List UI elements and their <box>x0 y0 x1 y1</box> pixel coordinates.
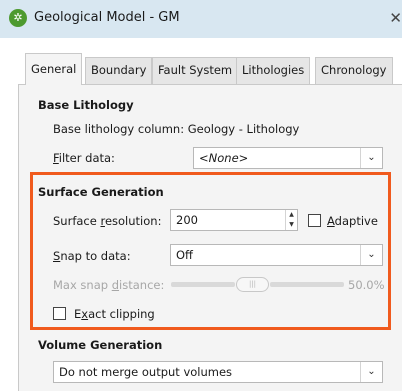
chevron-down-icon[interactable]: ⌄ <box>360 362 382 382</box>
surface-resolution-label-rest: esolution: <box>104 214 162 228</box>
adaptive-checkbox[interactable] <box>308 214 321 227</box>
spin-up-icon[interactable]: ▲ <box>286 210 297 220</box>
tab-chronology[interactable]: Chronology <box>315 57 393 84</box>
adaptive-label-rest: daptive <box>334 214 378 228</box>
tab-boundary[interactable]: Boundary <box>85 57 153 84</box>
filter-data-label-rest: ilter data: <box>58 151 115 165</box>
filter-data-value: <None> <box>199 151 249 165</box>
max-snap-mnemonic: d <box>111 278 120 292</box>
tab-lithologies[interactable]: Lithologies <box>236 57 311 84</box>
max-snap-label-prefix: Max snap <box>53 278 112 292</box>
surface-resolution-label: Surface resolution: <box>53 214 161 228</box>
volume-generation-value: Do not merge output volumes <box>59 365 233 379</box>
base-lithology-heading: Base Lithology <box>38 98 134 112</box>
surface-generation-heading: Surface Generation <box>38 185 164 199</box>
exact-clipping-label: Exact clipping <box>74 307 155 321</box>
surface-resolution-spinbox[interactable]: 200 ▲ ▼ <box>170 209 298 231</box>
title-bar: ✲ Geological Model - GM ✕ <box>0 0 402 38</box>
app-logo-icon: ✲ <box>9 9 27 27</box>
tab-general[interactable]: General <box>25 53 83 85</box>
volume-generation-heading: Volume Generation <box>38 338 163 352</box>
adaptive-mnemonic: A <box>327 214 335 228</box>
max-snap-label-rest: istance: <box>119 278 165 292</box>
snap-to-data-label: Snap to data: <box>53 249 131 263</box>
chevron-down-icon[interactable]: ⌄ <box>360 148 382 168</box>
base-lithology-column-text: Base lithology column: Geology - Litholo… <box>53 122 300 136</box>
window-title: Geological Model - GM <box>34 10 180 25</box>
surface-resolution-label-prefix: Surface <box>53 214 101 228</box>
filter-data-select[interactable]: <None> ⌄ <box>193 147 383 169</box>
max-snap-distance-value: 50.0% <box>348 278 385 292</box>
volume-generation-select[interactable]: Do not merge output volumes ⌄ <box>53 361 383 383</box>
spin-down-icon[interactable]: ▼ <box>286 220 297 230</box>
exact-clipping-label-rest: act clipping <box>88 307 155 321</box>
spinbox-arrows[interactable]: ▲ ▼ <box>285 210 297 230</box>
snap-to-data-value: Off <box>176 248 193 262</box>
max-snap-distance-label: Max snap distance: <box>53 278 164 292</box>
slider-track-left <box>171 282 235 287</box>
snap-to-data-select[interactable]: Off ⌄ <box>170 244 383 266</box>
surface-resolution-value: 200 <box>176 213 198 227</box>
max-snap-distance-slider-handle[interactable]: ||| <box>236 277 269 292</box>
chevron-down-icon[interactable]: ⌄ <box>360 245 382 265</box>
close-icon[interactable]: ✕ <box>389 9 402 27</box>
adaptive-label: Adaptive <box>327 214 378 228</box>
exact-clipping-checkbox[interactable] <box>53 307 66 320</box>
slider-track-right <box>270 282 344 287</box>
tab-fault-system[interactable]: Fault System <box>152 57 239 84</box>
snap-to-data-label-rest: nap to data: <box>60 249 131 263</box>
filter-data-label: Filter data: <box>53 151 115 165</box>
